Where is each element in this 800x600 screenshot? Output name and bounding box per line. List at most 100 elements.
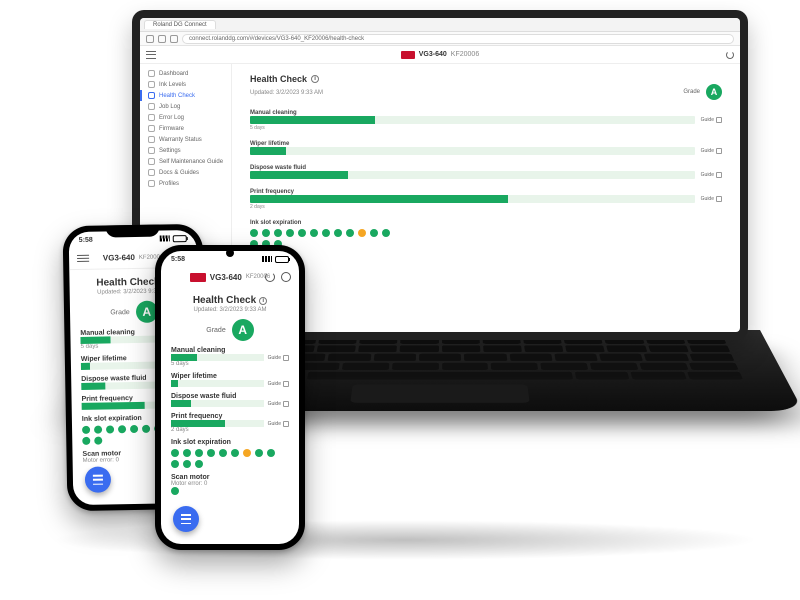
brand-logo xyxy=(401,51,415,59)
metric-wiper-lifetime: Wiper lifetime Guide xyxy=(171,373,289,387)
sidebar-item-job-log[interactable]: Job Log xyxy=(140,101,231,112)
signal-icon xyxy=(262,256,272,262)
sidebar-item-docs[interactable]: Docs & Guides xyxy=(140,167,231,178)
metric-sub: 2 days xyxy=(171,427,289,433)
metric-print-frequency: Print frequency Guide 2 days xyxy=(171,413,289,433)
sidebar-item-maintenance-guide[interactable]: Self Maintenance Guide xyxy=(140,156,231,167)
forward-icon[interactable] xyxy=(158,35,166,43)
grade-row: Grade A xyxy=(171,319,289,341)
grade-label: Grade xyxy=(683,89,700,95)
progress-bar xyxy=(171,420,264,427)
sidebar-item-label: Profiles xyxy=(159,181,179,187)
log-icon xyxy=(148,103,155,110)
gear-icon xyxy=(148,147,155,154)
scan-motor: Scan motor Motor error: 0 xyxy=(171,474,289,497)
guide-link[interactable]: Guide xyxy=(268,355,289,361)
browser-tab-bar: Roland DG Connect xyxy=(140,18,740,32)
metric-label: Ink slot expiration xyxy=(171,439,289,446)
sidebar-item-dashboard[interactable]: Dashboard xyxy=(140,68,231,79)
phone-screen: 5:58 VG3-640 KF20006 Health Checki Updat… xyxy=(161,251,299,544)
sidebar-item-firmware[interactable]: Firmware xyxy=(140,123,231,134)
menu-icon[interactable] xyxy=(77,255,89,262)
fab-button[interactable] xyxy=(173,506,199,532)
refresh-icon[interactable] xyxy=(726,51,734,59)
device-model: VG3-640 xyxy=(419,51,447,58)
guide-link[interactable]: Guide xyxy=(701,172,722,178)
guide-link[interactable]: Guide xyxy=(268,401,289,407)
progress-bar xyxy=(171,400,264,407)
grade-badge: A xyxy=(706,84,722,100)
sidebar-item-label: Dashboard xyxy=(159,71,188,77)
address-text: connect.rolanddg.com/#/devices/VG3-640_K… xyxy=(189,36,364,42)
ink-slot-expiration: Ink slot expiration xyxy=(250,220,722,248)
sidebar-item-label: Error Log xyxy=(159,115,184,121)
grade-badge: A xyxy=(232,319,254,341)
refresh-icon[interactable] xyxy=(265,272,275,282)
guide-link[interactable]: Guide xyxy=(268,381,289,387)
dashboard-icon xyxy=(148,70,155,77)
metric-sub: Motor error: 0 xyxy=(250,264,722,270)
account-icon[interactable] xyxy=(281,272,291,282)
sidebar-item-label: Self Maintenance Guide xyxy=(159,159,223,165)
progress-bar xyxy=(250,147,695,155)
guide-label: Guide xyxy=(701,117,714,123)
chip-icon xyxy=(148,125,155,132)
metric-label: Dispose waste fluid xyxy=(171,393,289,400)
guide-label: Guide xyxy=(701,172,714,178)
page-title-row: Health Checki xyxy=(171,295,289,306)
shield-icon xyxy=(148,136,155,143)
metric-sub: Motor error: 0 xyxy=(171,481,289,487)
guide-icon xyxy=(716,148,722,154)
sidebar-item-error-log[interactable]: Error Log xyxy=(140,112,231,123)
brand-logo xyxy=(190,273,206,282)
sidebar-item-settings[interactable]: Settings xyxy=(140,145,231,156)
guide-icon xyxy=(716,196,722,202)
guide-link[interactable]: Guide xyxy=(701,148,722,154)
grade-label: Grade xyxy=(206,327,225,334)
guide-icon xyxy=(283,421,289,427)
phone-mockup-front: 5:58 VG3-640 KF20006 Health Checki Updat… xyxy=(155,245,305,550)
signal-icon xyxy=(160,235,170,241)
ink-dots-row2 xyxy=(250,240,722,248)
device-model: VG3-640 xyxy=(210,273,242,282)
grade-label: Grade xyxy=(110,309,130,316)
info-icon[interactable]: i xyxy=(259,297,267,305)
info-icon[interactable]: i xyxy=(311,75,319,83)
grade-row: Grade A xyxy=(250,84,722,100)
reload-icon[interactable] xyxy=(170,35,178,43)
sidebar-item-label: Warranty Status xyxy=(159,137,202,143)
status-time: 5:58 xyxy=(79,236,93,243)
battery-icon xyxy=(173,235,187,242)
progress-bar xyxy=(171,380,264,387)
tab-title: Roland DG Connect xyxy=(153,22,207,28)
menu-icon[interactable] xyxy=(146,51,156,59)
guide-label: Guide xyxy=(268,401,281,407)
guide-link[interactable]: Guide xyxy=(701,196,722,202)
guide-label: Guide xyxy=(701,196,714,202)
address-bar[interactable]: connect.rolanddg.com/#/devices/VG3-640_K… xyxy=(182,34,734,44)
sidebar-item-profiles[interactable]: Profiles xyxy=(140,178,231,189)
metric-dispose-waste: Dispose waste fluid Guide xyxy=(250,165,722,179)
sidebar-item-health-check[interactable]: Health Check xyxy=(140,90,231,101)
trackpad xyxy=(350,384,529,402)
page-title: Health Check xyxy=(250,74,307,84)
guide-link[interactable]: Guide xyxy=(268,421,289,427)
progress-bar xyxy=(171,354,264,361)
guide-label: Guide xyxy=(268,381,281,387)
metric-sub: 5 days xyxy=(171,361,289,367)
guide-link[interactable]: Guide xyxy=(701,117,722,123)
sidebar-item-warranty[interactable]: Warranty Status xyxy=(140,134,231,145)
sidebar-item-ink-levels[interactable]: Ink Levels xyxy=(140,79,231,90)
sidebar-item-label: Health Check xyxy=(159,93,195,99)
back-icon[interactable] xyxy=(146,35,154,43)
metric-wiper-lifetime: Wiper lifetime Guide xyxy=(250,141,722,155)
scan-motor: Scan motor Motor error: 0 xyxy=(250,258,722,282)
metric-label: Manual cleaning xyxy=(171,347,289,354)
device-mockup-scene: Roland DG Connect connect.rolanddg.com/#… xyxy=(0,0,800,600)
guide-icon xyxy=(283,401,289,407)
browser-tab[interactable]: Roland DG Connect xyxy=(144,20,216,29)
doc-icon xyxy=(148,169,155,176)
guide-icon xyxy=(283,381,289,387)
mobile-header: VG3-640 KF20006 xyxy=(161,267,299,287)
device-serial: KF20006 xyxy=(451,51,479,58)
